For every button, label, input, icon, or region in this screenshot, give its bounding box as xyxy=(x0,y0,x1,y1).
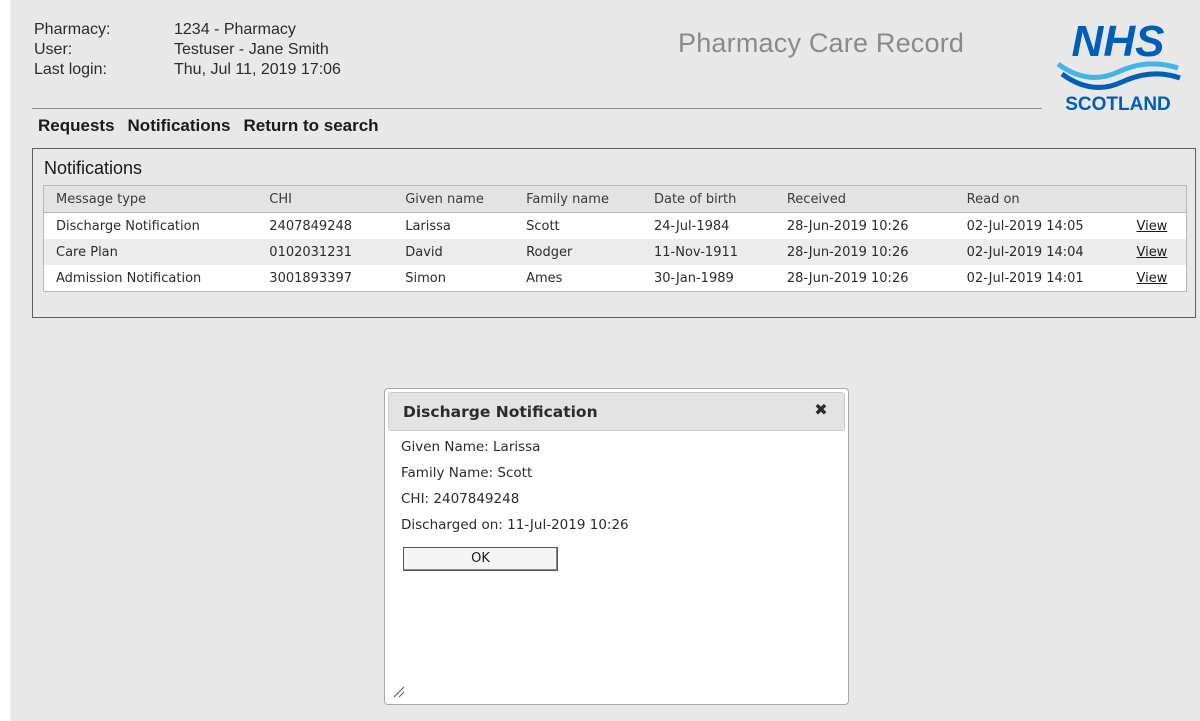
discharge-notification-dialog: Discharge Notification ✖ Given Name: Lar… xyxy=(384,388,849,705)
view-link[interactable]: View xyxy=(1136,245,1167,260)
nav-requests[interactable]: Requests xyxy=(38,116,115,136)
dialog-given-name: Given Name: Larissa xyxy=(401,439,541,455)
column-header xyxy=(1124,185,1187,213)
dialog-discharged-on: Discharged on: 11-Jul-2019 10:26 xyxy=(401,517,629,533)
user-row: User: Testuser - Jane Smith xyxy=(34,40,341,60)
dialog-title: Discharge Notification xyxy=(403,403,598,421)
dialog-titlebar[interactable]: Discharge Notification ✖ xyxy=(388,392,845,431)
logo-nhs-text: NHS xyxy=(1072,17,1165,66)
column-header: Received xyxy=(774,185,955,213)
cell-message-type: Care Plan xyxy=(43,239,258,265)
dialog-chi: CHI: 2407849248 xyxy=(401,491,520,507)
nav-notifications[interactable]: Notifications xyxy=(128,116,231,136)
cell-received: 28-Jun-2019 10:26 xyxy=(774,212,955,239)
cell-read-on: 02-Jul-2019 14:04 xyxy=(954,239,1125,265)
cell-read-on: 02-Jul-2019 14:05 xyxy=(954,212,1125,239)
last-login-row: Last login: Thu, Jul 11, 2019 17:06 xyxy=(34,60,341,80)
dialog-body: Given Name: Larissa Family Name: Scott C… xyxy=(401,439,629,543)
cell-chi: 3001893397 xyxy=(257,265,394,292)
session-info: Pharmacy: 1234 - Pharmacy User: Testuser… xyxy=(34,20,341,80)
panel-title: Notifications xyxy=(44,158,143,178)
cell-message-type: Discharge Notification xyxy=(43,212,258,239)
logo-scotland-text: SCOTLAND xyxy=(1065,94,1171,114)
cell-chi: 2407849248 xyxy=(257,212,394,239)
main-nav: Requests Notifications Return to search xyxy=(38,116,379,136)
notifications-table: Message type CHI Given name Family name … xyxy=(43,185,1188,292)
user-label: User: xyxy=(34,41,73,58)
column-header: CHI xyxy=(257,185,394,213)
cell-chi: 0102031231 xyxy=(257,239,394,265)
cell-family-name: Scott xyxy=(514,212,642,239)
ok-button[interactable]: OK xyxy=(403,547,558,571)
table-row[interactable]: Care Plan 0102031231 David Rodger 11-Nov… xyxy=(43,239,1188,265)
table-row[interactable]: Admission Notification 3001893397 Simon … xyxy=(43,265,1188,292)
cell-given-name: Simon xyxy=(393,265,515,292)
cell-family-name: Ames xyxy=(514,265,642,292)
pharmacy-label: Pharmacy: xyxy=(34,21,111,38)
view-link[interactable]: View xyxy=(1136,271,1167,286)
user-value: Testuser - Jane Smith xyxy=(174,41,329,58)
pharmacy-value: 1234 - Pharmacy xyxy=(174,21,296,38)
cell-message-type: Admission Notification xyxy=(43,265,258,292)
dialog-family-name: Family Name: Scott xyxy=(401,465,533,481)
column-header: Date of birth xyxy=(641,185,775,213)
cell-dob: 30-Jan-1989 xyxy=(641,265,775,292)
column-header: Given name xyxy=(393,185,515,213)
app-title: Pharmacy Care Record xyxy=(678,28,965,58)
page-background: Pharmacy: 1234 - Pharmacy User: Testuser… xyxy=(10,0,1200,721)
column-header: Message type xyxy=(43,185,258,213)
column-header: Family name xyxy=(514,185,642,213)
cell-family-name: Rodger xyxy=(514,239,642,265)
close-icon[interactable]: ✖ xyxy=(812,401,830,419)
column-header: Read on xyxy=(954,185,1125,213)
pharmacy-row: Pharmacy: 1234 - Pharmacy xyxy=(34,20,341,40)
nhs-scotland-logo: NHS SCOTLAND xyxy=(1056,17,1181,114)
cell-read-on: 02-Jul-2019 14:01 xyxy=(954,265,1125,292)
table-header-row: Message type CHI Given name Family name … xyxy=(43,185,1187,213)
last-login-label: Last login: xyxy=(34,61,107,78)
cell-dob: 24-Jul-1984 xyxy=(641,212,775,239)
resize-handle-icon[interactable] xyxy=(393,686,405,698)
view-link[interactable]: View xyxy=(1136,219,1167,234)
nav-return-to-search[interactable]: Return to search xyxy=(243,116,378,136)
cell-received: 28-Jun-2019 10:26 xyxy=(774,265,955,292)
cell-given-name: Larissa xyxy=(393,212,515,239)
last-login-value: Thu, Jul 11, 2019 17:06 xyxy=(174,61,341,78)
cell-dob: 11-Nov-1911 xyxy=(641,239,775,265)
cell-action: View xyxy=(1124,265,1188,292)
table-row[interactable]: Discharge Notification 2407849248 Lariss… xyxy=(43,212,1188,239)
cell-received: 28-Jun-2019 10:26 xyxy=(774,239,955,265)
cell-action: View xyxy=(1124,212,1188,239)
cell-given-name: David xyxy=(393,239,515,265)
header-divider xyxy=(32,108,1042,109)
notifications-panel: Notifications Message type CHI Given nam… xyxy=(32,148,1196,318)
cell-action: View xyxy=(1124,239,1188,265)
